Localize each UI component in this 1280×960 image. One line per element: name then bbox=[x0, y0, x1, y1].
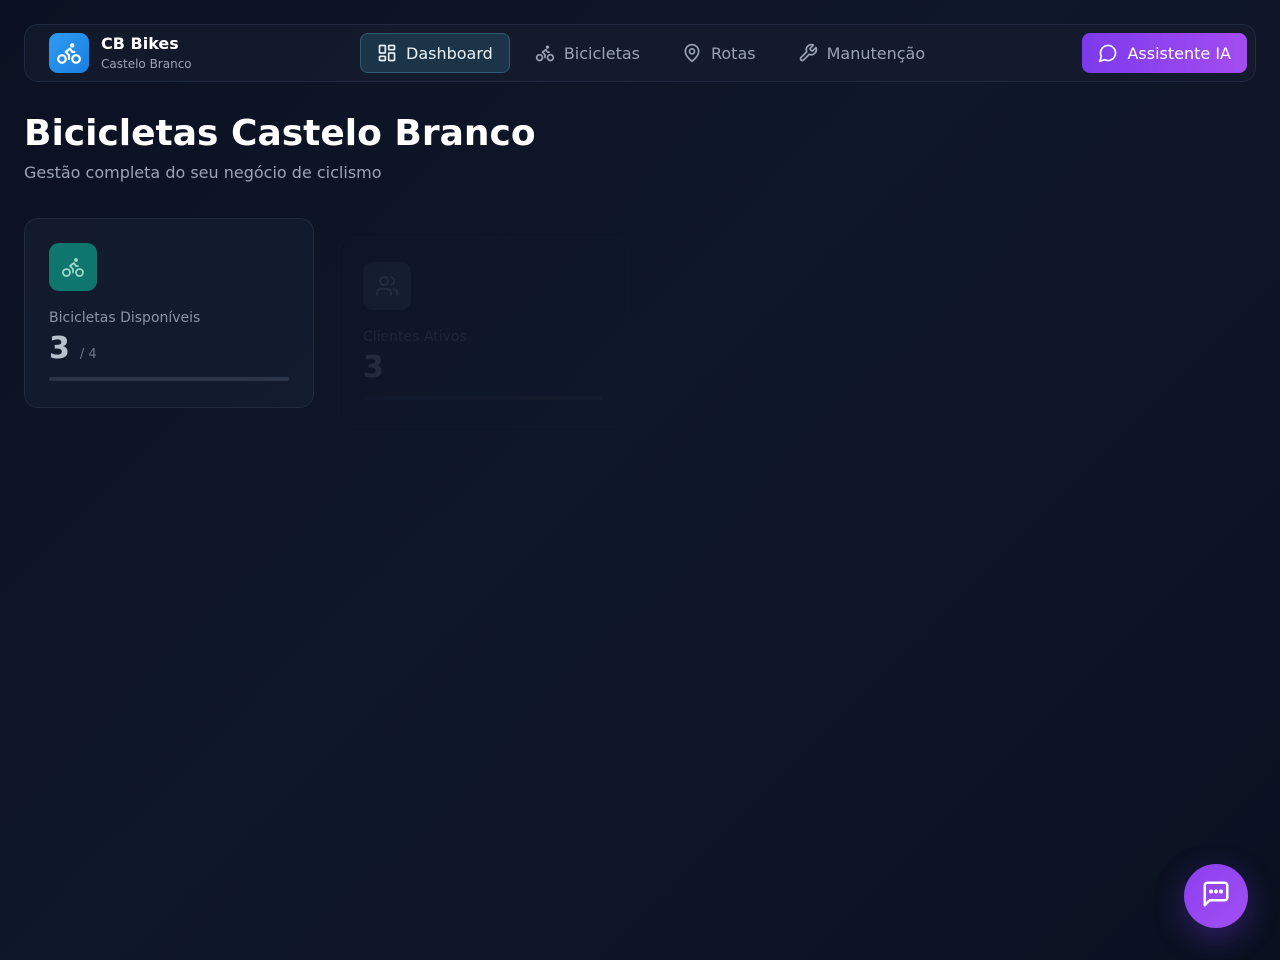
nav-item-label: Manutenção bbox=[826, 43, 926, 63]
bike-icon bbox=[535, 43, 555, 63]
brand[interactable]: CB Bikes Castelo Branco bbox=[49, 33, 192, 73]
page-subtitle: Gestão completa do seu negócio de ciclis… bbox=[24, 163, 382, 182]
chat-fab-button[interactable] bbox=[1184, 864, 1248, 928]
bike-icon bbox=[49, 243, 97, 291]
stat-total: / 4 bbox=[79, 347, 97, 362]
map-pin-icon bbox=[682, 43, 702, 63]
nav-item-bicicletas[interactable]: Bicicletas bbox=[518, 33, 657, 73]
grid-icon bbox=[377, 43, 397, 63]
main-nav: Dashboard Bicicletas Rotas Manutenção bbox=[360, 33, 950, 73]
nav-item-label: Bicicletas bbox=[563, 43, 640, 63]
page-title: Bicicletas Castelo Branco bbox=[24, 113, 536, 154]
stat-value: 3 bbox=[49, 331, 70, 366]
nav-item-manutencao[interactable]: Manutenção bbox=[781, 33, 943, 73]
brand-name: CB Bikes bbox=[101, 34, 179, 53]
nav-item-label: Rotas bbox=[710, 43, 756, 63]
stat-value: 3 bbox=[363, 350, 384, 385]
stat-card-bicicletas: Bicicletas Disponíveis 3 / 4 bbox=[24, 218, 314, 408]
chat-dots-icon bbox=[1201, 879, 1231, 913]
message-circle-icon bbox=[1098, 43, 1118, 63]
users-icon bbox=[363, 262, 411, 310]
brand-subtitle: Castelo Branco bbox=[101, 57, 192, 71]
ai-assistant-button[interactable]: Assistente IA bbox=[1082, 33, 1247, 73]
stat-label: Clientes Ativos bbox=[363, 329, 467, 345]
ai-assistant-label: Assistente IA bbox=[1127, 43, 1231, 63]
nav-item-label: Dashboard bbox=[406, 43, 493, 63]
bike-logo-icon bbox=[49, 33, 89, 73]
wrench-icon bbox=[798, 43, 818, 63]
stat-progress-bar bbox=[49, 377, 289, 381]
stat-card-clientes: Clientes Ativos 3 bbox=[338, 237, 628, 427]
stat-label: Bicicletas Disponíveis bbox=[49, 310, 201, 326]
nav-item-rotas[interactable]: Rotas bbox=[665, 33, 773, 73]
stat-progress-bar bbox=[363, 396, 603, 400]
nav-item-dashboard[interactable]: Dashboard bbox=[360, 33, 510, 73]
top-navbar: CB Bikes Castelo Branco Dashboard Bicicl… bbox=[24, 24, 1256, 82]
